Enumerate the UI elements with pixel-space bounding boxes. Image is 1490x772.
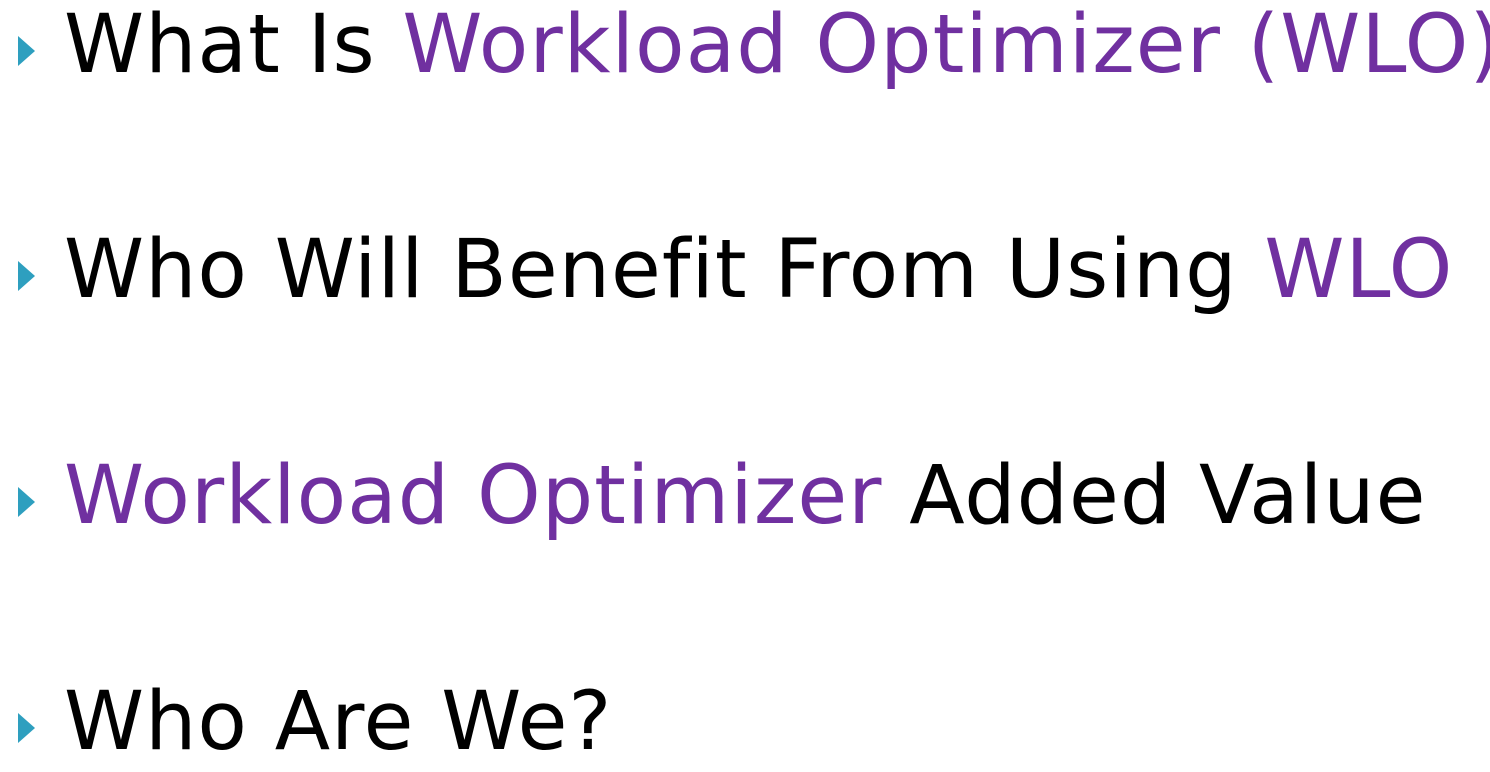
- bullet-text-plain: Who Will Benefit From Using: [64, 223, 1265, 317]
- triangle-bullet-icon: [18, 36, 35, 66]
- bullet-text-highlight: WLO: [1264, 223, 1454, 317]
- bullet-item-who-are-we: Who Are We?: [18, 672, 612, 772]
- bullet-text: Workload Optimizer Added Value: [64, 446, 1426, 546]
- bullet-text-plain: What Is: [64, 0, 403, 92]
- triangle-bullet-icon: [18, 261, 35, 291]
- triangle-bullet-icon: [18, 487, 35, 517]
- bullet-text-highlight: Workload Optimizer: [64, 449, 883, 543]
- bullet-item-who-will-benefit: Who Will Benefit From Using WLO: [18, 220, 1453, 320]
- bullet-text-highlight: Workload Optimizer (WLO): [402, 0, 1490, 92]
- bullet-text: What Is Workload Optimizer (WLO): [64, 0, 1490, 95]
- bullet-text: Who Will Benefit From Using WLO: [64, 220, 1453, 320]
- triangle-bullet-icon: [18, 713, 35, 743]
- bullet-text-plain: Who Are We?: [64, 675, 613, 769]
- bullet-text: Who Are We?: [64, 672, 612, 772]
- bullet-text-plain: Added Value: [882, 449, 1427, 543]
- agenda-bullet-list: What Is Workload Optimizer (WLO) Who Wil…: [0, 0, 1490, 769]
- bullet-item-what-is-wlo: What Is Workload Optimizer (WLO): [18, 0, 1490, 95]
- bullet-item-added-value: Workload Optimizer Added Value: [18, 446, 1426, 546]
